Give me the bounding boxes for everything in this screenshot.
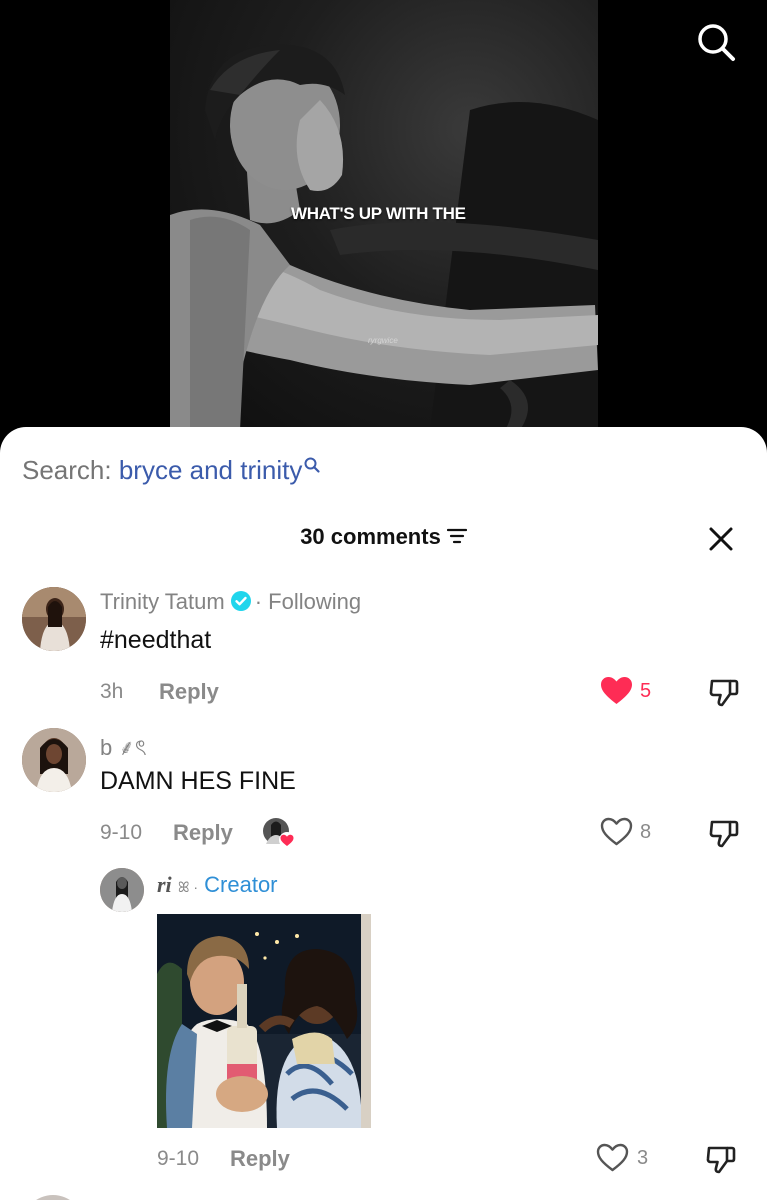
video-watermark: ryrgwice: [368, 336, 398, 345]
search-query-icon: [304, 457, 320, 473]
comments-sheet: Search: bryce and trinity 30 comments Tr…: [0, 427, 767, 1200]
following-label: · Following: [254, 589, 362, 614]
heart-filled-icon[interactable]: [600, 676, 633, 705]
video-player[interactable]: WHAT'S UP WITH THE ryrgwice: [0, 0, 767, 440]
avatar-image: [22, 728, 86, 792]
avatar[interactable]: [100, 868, 144, 912]
search-suggestion[interactable]: Search: bryce and trinity: [22, 455, 321, 486]
dislike-icon[interactable]: [708, 817, 740, 849]
verified-badge-icon: [230, 591, 251, 612]
dislike-icon[interactable]: [705, 1143, 737, 1175]
search-prefix: Search:: [22, 455, 119, 485]
like-count: 3: [637, 1147, 649, 1169]
comments-count: 30 comments: [300, 524, 441, 549]
comment-author[interactable]: b ⸙ৎ: [100, 731, 147, 768]
reply-author-name[interactable]: ri: [157, 872, 172, 897]
like-count: 8: [640, 821, 652, 843]
search-query-link[interactable]: bryce and trinity: [119, 455, 303, 485]
sort-filter-icon[interactable]: [446, 527, 467, 545]
reply-author[interactable]: ri ꕤ · Creator: [157, 872, 278, 898]
reply-photo[interactable]: [157, 914, 371, 1128]
avatar-image: [22, 587, 86, 651]
reply-photo-image: [157, 914, 371, 1128]
comment-text: DAMN HES FINE: [100, 767, 296, 795]
dislike-icon[interactable]: [708, 676, 740, 708]
comment-text: #needthat: [100, 626, 212, 654]
reply-author-suffix: ꕤ ·: [177, 879, 199, 895]
avatar[interactable]: [22, 728, 86, 792]
video-caption-overlay: WHAT'S UP WITH THE: [291, 204, 466, 223]
reply-button[interactable]: Reply: [159, 679, 219, 705]
reply-button[interactable]: Reply: [230, 1146, 290, 1172]
reply-time: 9-10: [157, 1147, 200, 1170]
comment-time: 9-10: [100, 821, 143, 844]
avatar[interactable]: [22, 1195, 84, 1200]
like-count: 5: [640, 680, 652, 702]
heart-outline-icon[interactable]: [596, 1143, 629, 1172]
comment-author[interactable]: Trinity Tatum · Following: [100, 589, 361, 615]
comment-time: 3h: [100, 680, 124, 703]
video-frame[interactable]: WHAT'S UP WITH THE ryrgwice: [170, 0, 598, 430]
reply-button[interactable]: Reply: [173, 820, 233, 846]
author-name[interactable]: Trinity Tatum: [100, 589, 225, 614]
avatar-image: [100, 868, 144, 912]
heart-outline-icon[interactable]: [600, 817, 633, 846]
creator-badge: Creator: [204, 872, 278, 897]
creator-liked-icon: [262, 817, 296, 849]
comments-header: 30 comments: [0, 524, 767, 550]
close-icon[interactable]: [707, 525, 735, 553]
search-icon[interactable]: [694, 20, 738, 64]
app-root: WHAT'S UP WITH THE ryrgwice Search: bryc…: [0, 0, 767, 1200]
avatar[interactable]: [22, 587, 86, 651]
